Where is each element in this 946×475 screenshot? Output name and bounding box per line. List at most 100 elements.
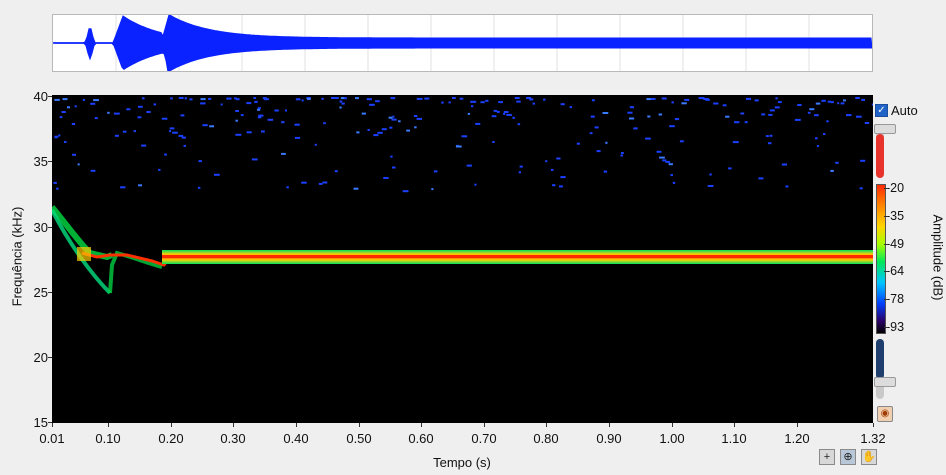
noise-speck [448, 101, 451, 104]
auto-scale-toggle[interactable]: ✓ Auto [875, 103, 918, 118]
noise-speck [492, 141, 495, 143]
colorbar-tick-mark [884, 216, 888, 217]
noise-speck [679, 140, 684, 143]
x-axis-label: Tempo (s) [433, 455, 491, 470]
noise-speck [452, 97, 456, 99]
spectrogram-plot[interactable] [49, 95, 874, 423]
noise-speck [126, 108, 131, 111]
palette-icon[interactable]: ◉ [877, 406, 893, 422]
noise-speck [235, 133, 242, 136]
noise-speck [576, 142, 580, 145]
noise-speck [816, 145, 819, 148]
min-slider-thumb[interactable] [874, 377, 896, 387]
noise-speck [684, 98, 690, 101]
noise-speck [861, 98, 865, 101]
colorbar-tick-label: -20 [886, 181, 905, 195]
noise-speck [740, 112, 745, 115]
x-tick-mark [108, 423, 109, 427]
noise-speck [373, 134, 379, 137]
x-tick-mark [233, 423, 234, 427]
y-tick-label: 15 [33, 415, 48, 430]
noise-speck [629, 106, 634, 109]
noise-speck [467, 112, 470, 115]
noise-speck [777, 101, 782, 104]
colorbar-tick-label: -93 [886, 320, 905, 334]
noise-speck [516, 100, 521, 103]
y-tick-label: 35 [33, 154, 48, 169]
noise-speck [120, 186, 126, 189]
colorbar-title: Amplitude (dB) [930, 214, 946, 301]
zoom-icon[interactable]: ⊕ [840, 449, 856, 465]
noise-speck [294, 136, 301, 139]
noise-speck [340, 97, 345, 100]
noise-speck [669, 125, 675, 128]
x-tick-mark [171, 423, 172, 427]
noise-speck [246, 102, 252, 105]
noise-speck [264, 98, 269, 101]
noise-speck [698, 97, 705, 100]
y-tick-label: 20 [33, 350, 48, 365]
noise-speck [633, 127, 638, 130]
noise-speck [281, 121, 285, 124]
noise-speck [797, 104, 802, 106]
noise-speck [605, 141, 608, 144]
colorbar-tick-label: -78 [886, 292, 905, 306]
x-tick-label: 0.10 [95, 431, 121, 446]
max-slider-thumb[interactable] [874, 124, 896, 134]
noise-speck [54, 135, 59, 138]
noise-speck [413, 115, 418, 117]
max-slider-fill [876, 134, 884, 178]
noise-speck [732, 141, 739, 144]
noise-speck [339, 100, 343, 103]
x-tick-label: 0.90 [596, 431, 622, 446]
noise-speck [815, 137, 818, 140]
noise-speck [775, 97, 778, 100]
noise-speck [433, 170, 438, 173]
noise-speck [169, 127, 175, 130]
noise-speck [709, 173, 712, 176]
noise-speck [170, 97, 173, 100]
noise-speck [835, 161, 839, 164]
auto-checkbox[interactable]: ✓ [875, 104, 888, 117]
noise-speck [314, 143, 317, 146]
noise-speck [331, 97, 334, 99]
noise-speck [107, 111, 110, 114]
noise-speck [257, 116, 262, 119]
x-tick-mark [52, 423, 53, 427]
noise-speck [200, 102, 206, 105]
noise-speck [769, 109, 775, 112]
min-slider-fill [876, 339, 884, 379]
noise-speck [59, 116, 63, 119]
crosshair-icon[interactable]: + [819, 449, 835, 465]
waveform-overview[interactable] [52, 13, 873, 73]
noise-speck [254, 100, 258, 103]
noise-speck [122, 130, 127, 133]
noise-speck [138, 105, 143, 108]
colorbar-tick-label: -35 [886, 209, 905, 223]
waveform-signal [52, 13, 873, 73]
noise-speck [214, 173, 220, 176]
amplitude-colorbar [876, 184, 886, 334]
waveform-svg [52, 13, 873, 73]
chirp-blob [77, 247, 91, 261]
noise-speck [532, 102, 536, 105]
spectrogram-svg [49, 97, 874, 295]
noise-speck [506, 113, 512, 116]
noise-speck [267, 118, 274, 121]
noise-speck [560, 176, 566, 179]
noise-speck [146, 111, 151, 113]
noise-speck [665, 160, 671, 163]
noise-speck [620, 154, 623, 157]
colorbar-tick-label: -64 [886, 264, 905, 278]
noise-speck [251, 158, 258, 161]
noise-speck [322, 181, 328, 184]
x-tick-label: 0.70 [471, 431, 497, 446]
noise-speck [627, 111, 633, 114]
colorbar-tick-mark [884, 271, 888, 272]
noise-speck [334, 170, 338, 173]
noise-speck [353, 187, 359, 190]
pan-hand-icon[interactable]: ✋ [861, 449, 877, 465]
noise-speck [485, 99, 489, 102]
noise-speck [518, 171, 521, 174]
y-tick-mark [48, 96, 52, 97]
